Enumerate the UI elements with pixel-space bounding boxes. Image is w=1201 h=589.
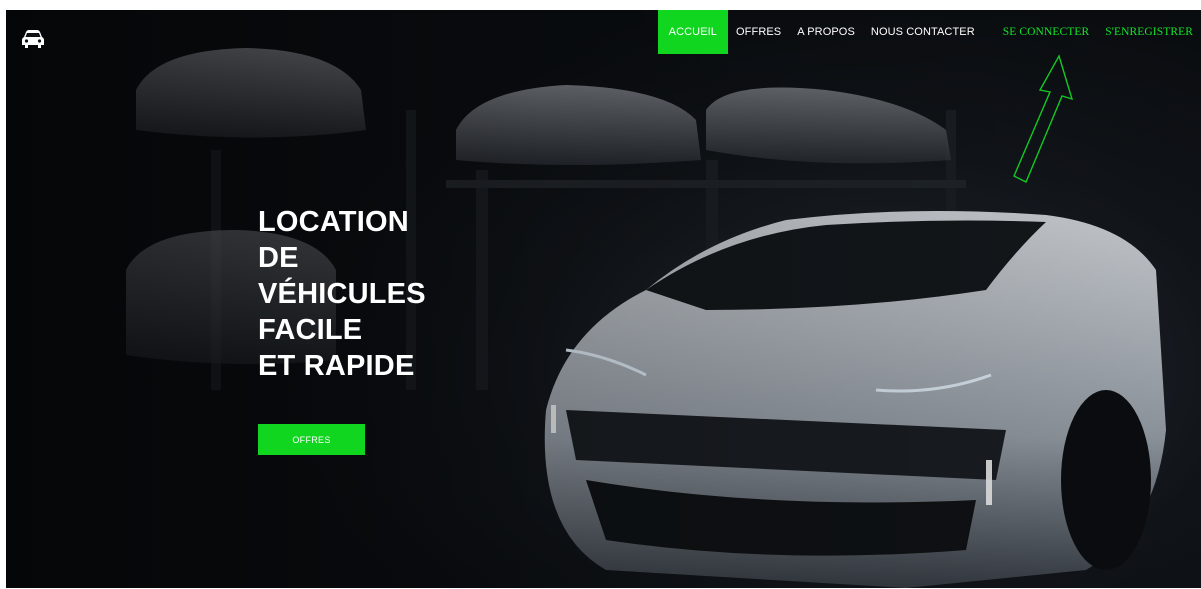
hero-title-line: ET RAPIDE xyxy=(258,350,415,382)
nav-item-nous-contacter[interactable]: NOUS CONTACTER xyxy=(863,10,983,54)
nav-item-a-propos[interactable]: A PROPOS xyxy=(789,10,863,54)
arrow-annotation-icon xyxy=(1013,54,1074,183)
hero-title-line: DE xyxy=(258,242,299,274)
main-navigation: ACCUEIL OFFRES A PROPOS NOUS CONTACTER S… xyxy=(657,10,1201,54)
register-link[interactable]: S'ENREGISTRER xyxy=(1097,10,1201,54)
page: ACCUEIL OFFRES A PROPOS NOUS CONTACTER S… xyxy=(0,0,1201,589)
hero-title: LOCATION DE VÉHICULES FACILE ET RAPIDE xyxy=(258,204,426,384)
login-link[interactable]: SE CONNECTER xyxy=(995,10,1098,54)
car-icon[interactable] xyxy=(22,30,44,48)
offers-button[interactable]: OFFRES xyxy=(258,424,365,455)
hero-title-line: VÉHICULES xyxy=(258,278,426,310)
hero-section: ACCUEIL OFFRES A PROPOS NOUS CONTACTER S… xyxy=(6,10,1201,588)
nav-item-accueil[interactable]: ACCUEIL xyxy=(657,10,729,54)
nav-item-offres[interactable]: OFFRES xyxy=(728,10,789,54)
hero-title-line: LOCATION xyxy=(258,206,409,238)
hero-title-line: FACILE xyxy=(258,314,363,346)
